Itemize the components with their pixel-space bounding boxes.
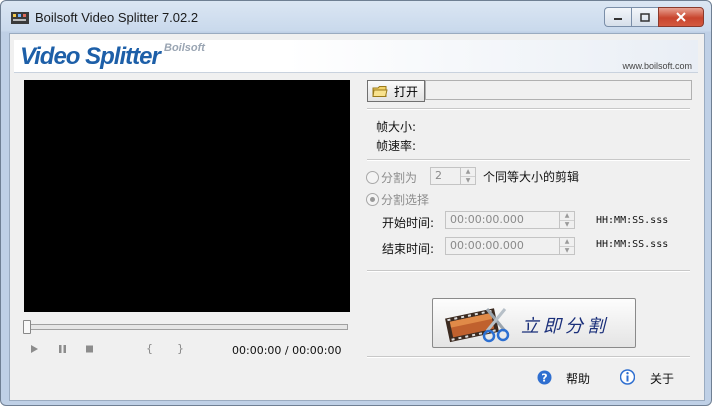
info-icon[interactable]	[620, 369, 635, 385]
close-button[interactable]	[658, 7, 704, 27]
banner: Video Splitter Boilsoft www.boilsoft.com	[14, 40, 698, 73]
frame-size-label: 帧大小:	[376, 120, 417, 134]
help-link[interactable]: 帮助	[566, 370, 590, 387]
split-select-label: 分割选择	[381, 193, 430, 207]
start-time-label: 开始时间:	[382, 216, 435, 230]
arrow-down-icon[interactable]: ▼	[461, 177, 475, 185]
play-icon	[31, 345, 38, 353]
split-count-value: 2	[435, 169, 442, 182]
stop-icon	[86, 345, 93, 353]
mark-in-button[interactable]: {	[146, 342, 153, 355]
maximize-icon	[640, 12, 650, 22]
help-icon[interactable]: ?	[537, 370, 552, 385]
stop-button[interactable]	[85, 344, 94, 357]
arrow-up-icon[interactable]: ▲	[560, 212, 574, 221]
arrow-up-icon[interactable]: ▲	[461, 168, 475, 177]
pause-icon	[59, 345, 66, 353]
maximize-button[interactable]	[631, 7, 658, 27]
seek-bar[interactable]	[23, 320, 348, 334]
arrow-down-icon[interactable]: ▼	[560, 247, 574, 255]
split-count-stepper[interactable]: 2 ▲ ▼	[430, 167, 476, 185]
svg-text:?: ?	[541, 372, 547, 385]
banner-logo-sub: Boilsoft	[164, 42, 205, 54]
frame-rate-label: 帧速率:	[376, 139, 417, 153]
end-time-input[interactable]: 00:00:00.000 ▲ ▼	[445, 237, 575, 255]
end-time-value: 00:00:00.000	[450, 239, 524, 252]
seek-thumb[interactable]	[23, 320, 31, 334]
video-preview	[24, 80, 350, 312]
minimize-button[interactable]	[604, 7, 631, 27]
start-time-value: 00:00:00.000	[450, 213, 524, 226]
split-select-radio[interactable]	[366, 193, 379, 206]
split-now-button[interactable]: 立即分割	[432, 298, 636, 348]
arrow-down-icon[interactable]: ▼	[560, 221, 574, 229]
film-app-icon	[11, 12, 29, 24]
end-time-format: HH:MM:SS.sss	[596, 239, 669, 250]
minimize-icon	[614, 18, 622, 20]
divider	[367, 356, 690, 358]
file-path-field	[425, 80, 692, 100]
split-count-arrows[interactable]: ▲ ▼	[460, 168, 475, 184]
divider	[367, 159, 690, 161]
film-scissors-icon	[445, 308, 510, 343]
website-link[interactable]: www.boilsoft.com	[622, 61, 692, 71]
title-bar[interactable]: Boilsoft Video Splitter 7.02.2	[1, 1, 711, 33]
start-time-format: HH:MM:SS.sss	[596, 215, 669, 226]
mark-out-button[interactable]: }	[177, 342, 184, 355]
split-into-suffix: 个同等大小的剪辑	[483, 170, 580, 184]
divider	[367, 108, 690, 110]
start-time-input[interactable]: 00:00:00.000 ▲ ▼	[445, 211, 575, 229]
main-panel: Video Splitter Boilsoft www.boilsoft.com…	[9, 33, 705, 401]
pause-button[interactable]	[58, 344, 67, 357]
open-file-label: 打开	[394, 84, 419, 99]
about-link[interactable]: 关于	[650, 370, 674, 387]
start-time-arrows[interactable]: ▲ ▼	[559, 212, 574, 228]
split-into-radio[interactable]	[366, 171, 379, 184]
end-time-arrows[interactable]: ▲ ▼	[559, 238, 574, 254]
close-icon	[676, 12, 686, 22]
split-now-label: 立即分割	[521, 316, 609, 337]
window-controls	[604, 7, 704, 27]
divider	[367, 270, 690, 272]
app-window: Boilsoft Video Splitter 7.02.2 Video Spl…	[0, 0, 712, 406]
folder-icon	[372, 85, 388, 97]
end-time-label: 结束时间:	[382, 242, 435, 256]
time-position: 00:00:00 / 00:00:00	[232, 344, 342, 357]
open-file-button[interactable]: 打开	[367, 80, 425, 102]
play-button[interactable]	[30, 344, 39, 357]
split-into-label: 分割为	[381, 171, 418, 185]
arrow-up-icon[interactable]: ▲	[560, 238, 574, 247]
window-title: Boilsoft Video Splitter 7.02.2	[35, 10, 199, 25]
banner-logo: Video Splitter	[20, 43, 161, 70]
